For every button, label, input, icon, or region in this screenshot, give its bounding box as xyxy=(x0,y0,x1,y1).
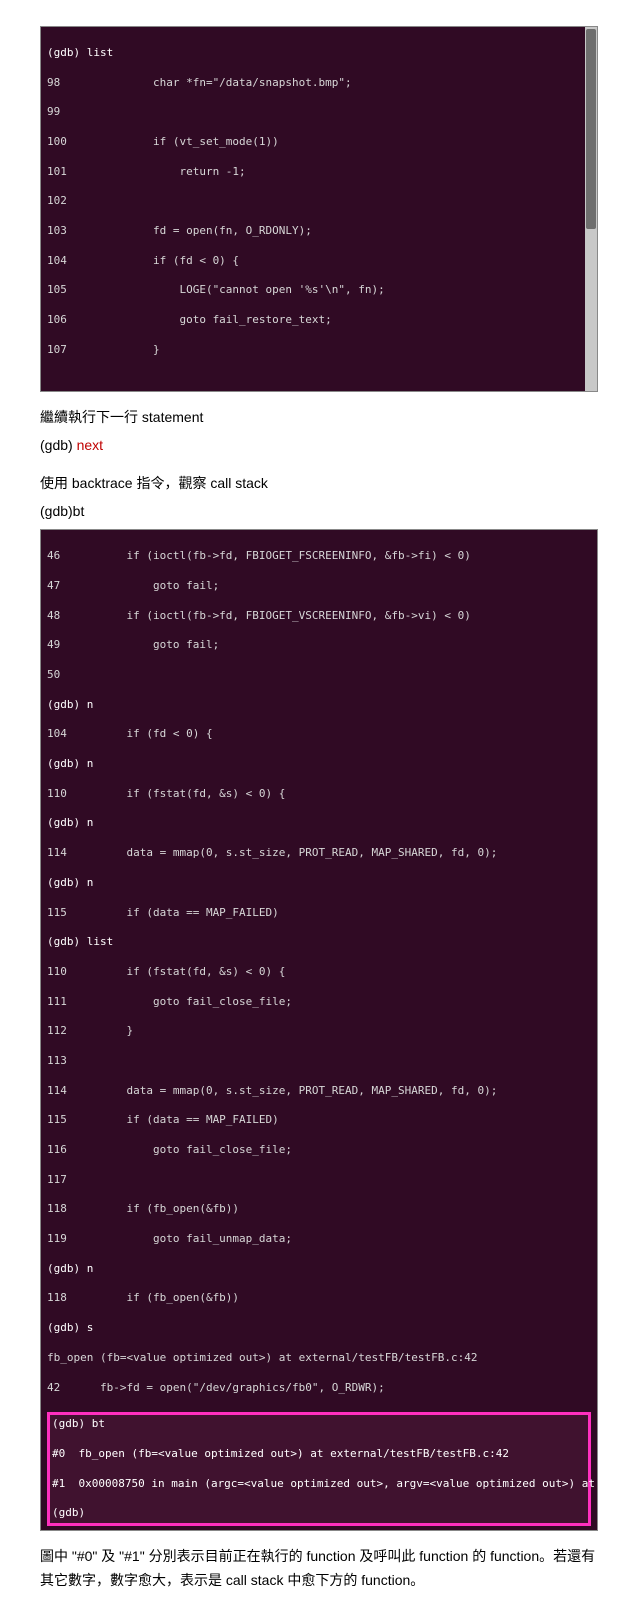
code-line: 50 xyxy=(47,668,591,683)
code-line: 119 goto fail_unmap_data; xyxy=(47,1232,591,1247)
gdb-prompt: (gdb) n xyxy=(47,1262,591,1277)
code-line: 110 if (fstat(fd, &s) < 0) { xyxy=(47,787,591,802)
bt-frame-1: #1 0x00008750 in main (argc=<value optim… xyxy=(52,1477,586,1492)
code-line: 105 LOGE("cannot open '%s'\n", fn); xyxy=(47,283,591,298)
scrollbar[interactable] xyxy=(585,27,597,391)
code-line: 49 goto fail; xyxy=(47,638,591,653)
code-line: 46 if (ioctl(fb->fd, FBIOGET_FSCREENINFO… xyxy=(47,549,591,564)
code-line: 115 if (data == MAP_FAILED) xyxy=(47,906,591,921)
gdb-bt-terminal: 46 if (ioctl(fb->fd, FBIOGET_FSCREENINFO… xyxy=(40,529,598,1531)
gdb-bt-prompt: (gdb) bt xyxy=(52,1417,586,1432)
code-line: 103 fd = open(fn, O_RDONLY); xyxy=(47,224,591,239)
code-line: 112 } xyxy=(47,1024,591,1039)
gdb-prompt: (gdb) list xyxy=(47,46,591,61)
code-line: 99 xyxy=(47,105,591,120)
code-line: 42 fb->fd = open("/dev/graphics/fb0", O_… xyxy=(47,1381,591,1396)
code-line: 114 data = mmap(0, s.st_size, PROT_READ,… xyxy=(47,1084,591,1099)
code-line: 115 if (data == MAP_FAILED) xyxy=(47,1113,591,1128)
code-line: 116 goto fail_close_file; xyxy=(47,1143,591,1158)
code-line: 110 if (fstat(fd, &s) < 0) { xyxy=(47,965,591,980)
gdb-next-line: (gdb) next xyxy=(40,434,598,458)
code-line: 113 xyxy=(47,1054,591,1069)
gdb-prompt: (gdb) s xyxy=(47,1321,591,1336)
gdb-list-terminal: (gdb) list 98 char *fn="/data/snapshot.b… xyxy=(40,26,598,392)
code-line: 117 xyxy=(47,1173,591,1188)
gdb-prompt: (gdb) n xyxy=(47,876,591,891)
code-line: 104 if (fd < 0) { xyxy=(47,254,591,269)
explain-stack-frames: 圖中 "#0" 及 "#1" 分別表示目前正在執行的 function 及呼叫此… xyxy=(40,1545,598,1593)
bt-highlight-box: (gdb) bt #0 fb_open (fb=<value optimized… xyxy=(47,1412,591,1526)
code-line: 106 goto fail_restore_text; xyxy=(47,313,591,328)
code-line: 114 data = mmap(0, s.st_size, PROT_READ,… xyxy=(47,846,591,861)
gdb-prompt: (gdb) n xyxy=(47,757,591,772)
gdb-prompt-text: (gdb) xyxy=(40,437,77,453)
code-line: 118 if (fb_open(&fb)) xyxy=(47,1202,591,1217)
code-line: 98 char *fn="/data/snapshot.bmp"; xyxy=(47,76,591,91)
code-line: 48 if (ioctl(fb->fd, FBIOGET_VSCREENINFO… xyxy=(47,609,591,624)
code-line: 111 goto fail_close_file; xyxy=(47,995,591,1010)
code-line: 104 if (fd < 0) { xyxy=(47,727,591,742)
gdb-prompt: (gdb) n xyxy=(47,816,591,831)
gdb-prompt: (gdb) xyxy=(52,1506,586,1521)
explain-backtrace: 使用 backtrace 指令，觀察 call stack xyxy=(40,472,598,496)
code-line: 47 goto fail; xyxy=(47,579,591,594)
gdb-next-cmd: next xyxy=(77,437,103,453)
bt-frame-0: #0 fb_open (fb=<value optimized out>) at… xyxy=(52,1447,586,1462)
explain-next: 繼續執行下一行 statement xyxy=(40,406,598,430)
code-line: 102 xyxy=(47,194,591,209)
code-line: fb_open (fb=<value optimized out>) at ex… xyxy=(47,1351,591,1366)
code-line: 100 if (vt_set_mode(1)) xyxy=(47,135,591,150)
code-line: 118 if (fb_open(&fb)) xyxy=(47,1291,591,1306)
code-line: 107 } xyxy=(47,343,591,358)
gdb-prompt: (gdb) n xyxy=(47,698,591,713)
gdb-prompt: (gdb) list xyxy=(47,935,591,950)
code-line: 101 return -1; xyxy=(47,165,591,180)
gdb-bt-line: (gdb)bt xyxy=(40,500,598,524)
scrollbar-thumb[interactable] xyxy=(586,29,596,229)
